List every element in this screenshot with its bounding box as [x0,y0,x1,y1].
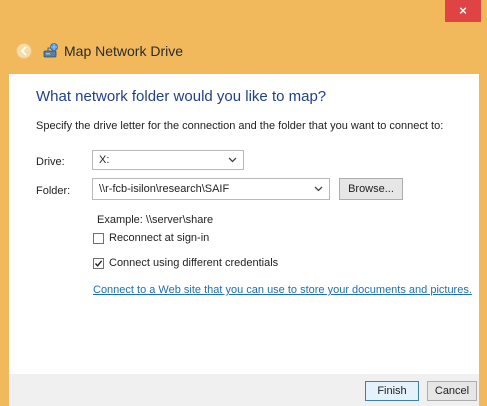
map-network-drive-window: × Map Network Drive What network folder … [0,0,487,406]
close-icon: × [459,3,467,18]
web-site-link[interactable]: Connect to a Web site that you can use t… [93,284,472,296]
folder-combobox[interactable]: \\r-fcb-isilon\research\SAIF [92,178,330,200]
reconnect-label: Reconnect at sign-in [109,232,210,244]
network-drive-icon [42,42,60,60]
chevron-down-icon [228,155,237,167]
instructions-text: Specify the drive letter for the connect… [36,120,444,132]
folder-label: Folder: [36,185,71,197]
back-arrow-icon [20,46,27,56]
browse-button[interactable]: Browse... [339,178,403,200]
drive-label: Drive: [36,156,65,168]
close-button[interactable]: × [445,0,481,22]
dialog-header: Map Network Drive [0,28,487,74]
dialog-title: Map Network Drive [64,43,184,59]
dialog-footer: Finish Cancel [9,374,479,406]
reconnect-option[interactable]: Reconnect at sign-in [93,232,209,244]
dialog-content: What network folder would you like to ma… [9,74,479,374]
credentials-option[interactable]: Connect using different credentials [93,257,278,269]
title-bar: × [0,0,487,28]
chevron-down-icon[interactable] [314,184,323,196]
finish-button[interactable]: Finish [365,381,419,401]
back-button[interactable] [16,43,32,59]
checkmark-icon [94,259,103,267]
page-heading: What network folder would you like to ma… [36,88,327,105]
credentials-checkbox[interactable] [93,257,104,269]
cancel-button[interactable]: Cancel [427,381,477,401]
drive-select-value: X: [99,154,110,166]
folder-input-value: \\r-fcb-isilon\research\SAIF [99,183,230,195]
example-text: Example: \\server\share [97,214,214,226]
credentials-label: Connect using different credentials [109,257,279,269]
drive-select[interactable]: X: [92,150,244,170]
reconnect-checkbox[interactable] [93,232,104,244]
